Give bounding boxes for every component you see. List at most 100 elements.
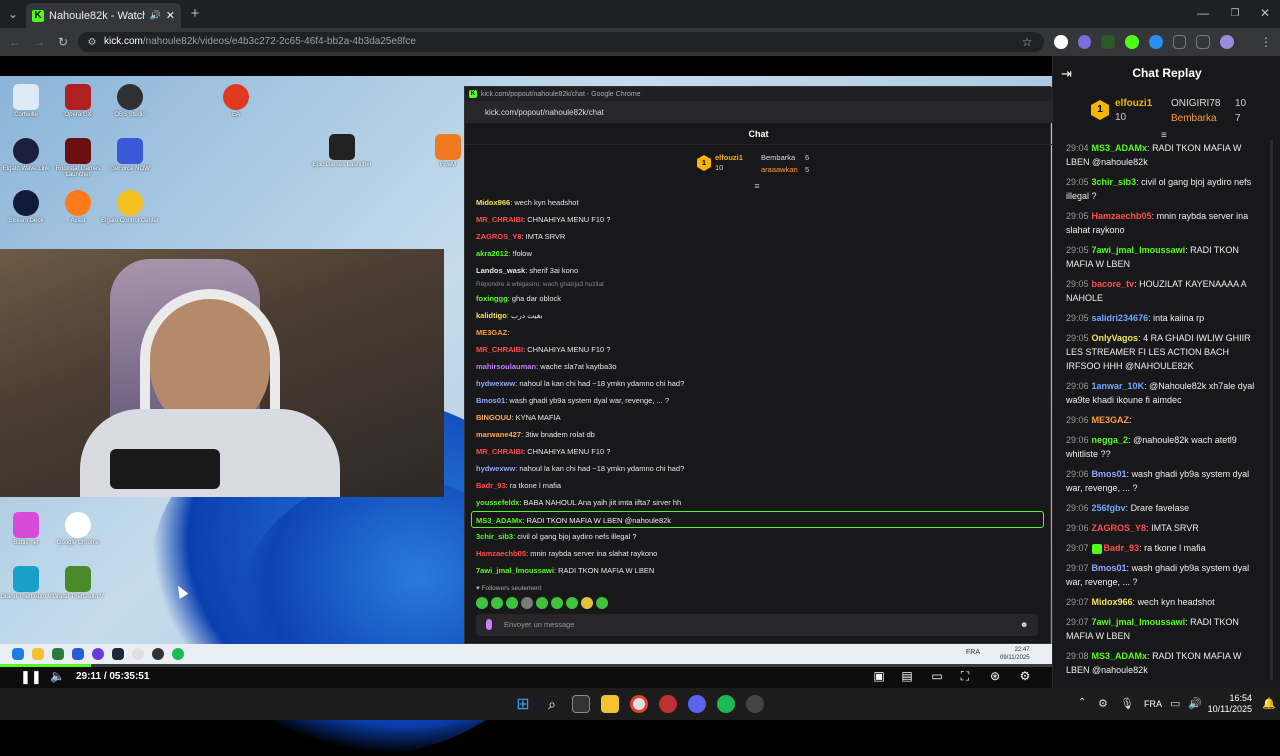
chat-username[interactable]: MS3_ADAMx [1092,143,1148,153]
emote-icon[interactable] [551,597,563,609]
close-window-icon[interactable]: ✕ [1258,6,1272,20]
chat-username[interactable]: Badr_93 [476,481,506,490]
chat-message[interactable]: ME3GAZ: [465,324,1052,341]
chat-message[interactable]: MS3_ADAMx: RADI TKON MAFIA W LBEN @nahou… [471,511,1044,528]
back-icon[interactable]: ← [8,35,22,49]
site-info-icon[interactable]: ⚙ [86,35,98,49]
replay-message[interactable]: 29:07 Badr_93: ra tkone l mafia [1052,538,1280,558]
chat-username[interactable]: kalidtigo [476,311,507,320]
extension-icon[interactable] [1125,35,1139,49]
chat-username[interactable]: Bmos01 [1092,563,1127,573]
bookmark-star-icon[interactable]: ☆ [1020,35,1034,49]
tray-app-icon[interactable]: ⚙ [1098,697,1108,710]
extension-icon[interactable] [1054,35,1068,49]
fullscreen-icon[interactable]: ⛶ [958,669,972,683]
emote-icon[interactable] [506,597,518,609]
chrome-icon[interactable] [630,695,648,713]
extension-icon[interactable] [1077,35,1092,49]
file-explorer-icon[interactable] [601,695,619,713]
replay-message[interactable]: 29:08 MS3_ADAMx: RADI TKON MAFIA W LBEN @… [1052,646,1280,680]
replay-message[interactable]: 29:05 OnlyVagos: 4 RA GHADI IWLIW GHIIR L… [1052,328,1280,376]
chat-message[interactable]: Landos_wask: sherif 3ai kono [465,262,1052,279]
chat-username[interactable]: OnlyVagos [1092,333,1139,343]
chat-message[interactable]: MR_CHRAIBI: CHNAHIYA MENU F10 ? [465,211,1052,228]
chat-username[interactable]: Hamzaechb05 [1092,211,1152,221]
chat-username[interactable]: Bmos01 [476,396,505,405]
language-indicator[interactable]: FRA [1144,699,1162,709]
audio-icon[interactable]: 🔊 [150,10,161,21]
chat-username[interactable]: 7awi_jmal_lmoussawi [476,566,554,574]
replay-message[interactable]: 29:06 ME3GAZ: [1052,410,1280,430]
reload-icon[interactable]: ↻ [56,35,70,49]
replay-message[interactable]: 29:05 7awi_jmal_lmoussawi: RADI TKON MAFI… [1052,240,1280,274]
new-tab-icon[interactable]: + [188,5,202,22]
tab-list-chevron-icon[interactable]: ⌄ [6,7,20,21]
replay-message[interactable]: 29:05 salidri234676: inta kaiina rp [1052,308,1280,328]
microphone-icon[interactable] [486,619,492,630]
chat-message[interactable]: Midox966: wech kyn headshot [465,194,1052,211]
chat-username[interactable]: Landos_wask [476,266,525,275]
chat-username[interactable]: hydwexww [476,464,515,473]
desktop-icon[interactable]: Avast [48,190,108,224]
desktop-icon[interactable]: Elgato Control Center [100,190,160,224]
browser-tab[interactable]: K Nahoule82k - Watch the VO 🔊 ✕ [26,3,181,28]
emote-icon[interactable] [581,597,593,609]
chat-message[interactable]: Hamzaechb05: mnin raybda server ina slah… [465,545,1052,562]
replay-message[interactable]: 29:06 negga_2: @nahoule82k wach atetl9 wh… [1052,430,1280,464]
chat-username[interactable]: Badr_93 [1104,543,1140,553]
chat-username[interactable]: marwane427 [476,430,521,439]
chat-message[interactable]: Badr_93: ra tkone l mafia [465,477,1052,494]
chat-username[interactable]: youssefeldx [476,498,519,507]
chat-username[interactable]: bacore_tv [1092,279,1135,289]
replay-message[interactable]: 29:05 Hamzaechb05: mnin raybda server ina… [1052,206,1280,240]
chat-message[interactable]: Bmos01: wash ghadi yb9a system dyal war,… [465,392,1052,409]
replay-message[interactable]: 29:07 Bmos01: wash ghadi yb9a system dyal… [1052,558,1280,592]
clip-icon[interactable]: ▤ [900,669,914,683]
minimize-icon[interactable]: — [1196,6,1210,20]
desktop-icon[interactable]: EA [206,84,266,118]
microphone-tray-icon[interactable]: 🎙 [1120,697,1134,710]
speaker-icon[interactable]: 🔊 [1188,697,1202,710]
chat-username[interactable]: ZAGROS_Y8 [1092,523,1147,533]
chat-username[interactable]: ME3GAZ [1092,415,1130,425]
desktop-icon[interactable]: Rockstar Games Launcher [48,138,108,178]
chat-message[interactable]: mahirsoulauman: wache sla7at kaytba3o [465,358,1052,375]
chat-username[interactable]: salidri234676 [1092,313,1149,323]
progress-bar[interactable] [0,664,1052,667]
app-icon[interactable] [659,695,677,713]
chat-message[interactable]: MR_CHRAIBI: CHNAHIYA MENU F10 ? [465,443,1052,460]
replay-scrollbar[interactable] [1270,140,1273,680]
replay-message[interactable]: 29:06 Bmos01: wash ghadi yb9a system dyal… [1052,464,1280,498]
spotify-icon[interactable] [717,695,735,713]
chat-username[interactable]: 7awi_jmal_lmoussawi [1092,245,1186,255]
desktop-icon[interactable]: Google Chrome [48,512,108,546]
chat-message[interactable]: hydwexww: nahoul la kan chi had ~18 ymkn… [465,375,1052,392]
theater-mode-icon[interactable]: ▭ [930,669,944,683]
emote-icon[interactable] [521,597,533,609]
chat-message[interactable]: hydwexww: nahoul la kan chi had ~18 ymkn… [465,460,1052,477]
extension-icon[interactable] [1101,35,1116,49]
network-icon[interactable]: ▭ [1170,697,1180,710]
tray-chevron-icon[interactable]: ⌃ [1078,697,1086,708]
pip-icon[interactable]: ▣ [872,669,886,683]
emote-icon[interactable] [566,597,578,609]
extensions-puzzle-icon[interactable] [1172,35,1187,49]
chat-username[interactable]: 1anwar_10K [1092,381,1145,391]
forward-icon[interactable]: → [32,35,46,49]
settings-gear-icon[interactable]: ⚙ [1018,669,1032,683]
restore-icon[interactable]: ❐ [1228,6,1242,20]
chat-username[interactable]: MS3_ADAMx [1092,651,1148,661]
chat-username[interactable]: 3chir_sib3 [1092,177,1137,187]
chat-message[interactable]: 3chir_sib3: civil ol gang bjoj aydiro ne… [465,528,1052,545]
chat-username[interactable]: MR_CHRAIBI [476,345,523,354]
browser-menu-icon[interactable]: ⋮ [1260,35,1272,49]
chat-username[interactable]: Midox966 [1092,597,1133,607]
replay-message[interactable]: 29:07 Midox966: wech kyn headshot [1052,592,1280,612]
replay-message[interactable]: 29:07 7awi_jmal_lmoussawi: RADI TKON MAFI… [1052,612,1280,646]
chat-message[interactable]: marwane427: 3tiw bnadem rolat db [465,426,1052,443]
chat-message[interactable]: foxinggg: gha dar oblock [465,290,1052,307]
search-icon[interactable]: ⌕ [543,695,561,713]
pause-icon[interactable]: ❚❚ [20,669,42,685]
chat-username[interactable]: ZAGROS_Y8 [476,232,521,241]
chat-username[interactable]: Hamzaechb05 [476,549,526,558]
